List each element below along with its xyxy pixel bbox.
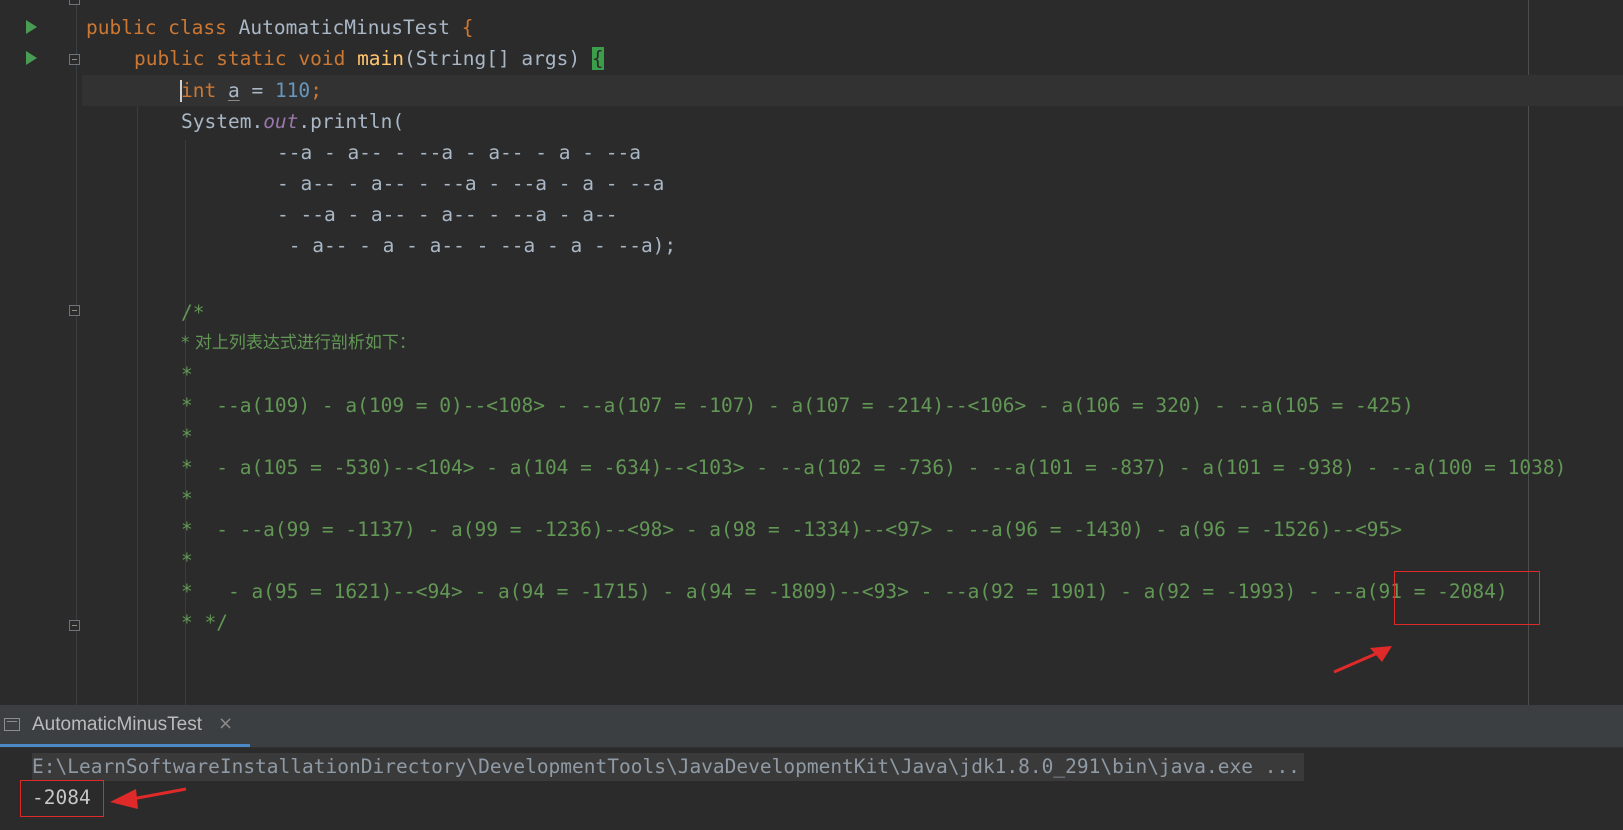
keyword: public class [86,16,239,39]
console-command-line[interactable]: E:\LearnSoftwareInstallationDirectory\De… [32,753,1304,781]
fold-icon[interactable] [69,305,80,316]
code-line-int-decl[interactable]: int a = 110; [181,75,322,106]
tab-run-config[interactable]: AutomaticMinusTest × [0,705,250,747]
class-ref: System. [181,110,264,133]
keyword: public static void [134,47,358,70]
code-line-class-decl[interactable]: public class AutomaticMinusTest { [86,12,473,43]
text-caret [180,80,182,102]
brace: { [449,16,474,39]
gutter-separator [76,0,77,705]
code-line-expr-1[interactable]: --a - a-- - --a - a-- - a - --a [277,137,641,168]
number-literal: 110 [274,79,311,102]
class-name: AutomaticMinusTest [238,16,450,39]
code-line-println[interactable]: System.out.println( [181,106,404,137]
keyword: int [181,79,228,102]
tool-window-header: AutomaticMinusTest × [0,705,1623,748]
comment-line[interactable]: * [181,483,193,514]
comment-line[interactable]: * - --a(99 = -1137) - a(99 = -1236)--<98… [181,514,1402,545]
code-line-expr-2[interactable]: - a-- - a-- - --a - --a - a - --a [277,168,664,199]
comment-line[interactable]: * 对上列表达式进行剖析如下： [181,328,416,359]
arrow-annotation-icon [110,787,187,809]
params: (String[] args) [404,47,592,70]
comment-line[interactable]: * [181,421,193,452]
variable: a [227,79,240,102]
comment-line[interactable]: * [181,359,193,390]
fold-icon[interactable] [69,54,80,65]
console-icon [4,718,20,731]
method-call: .println( [298,110,405,133]
code-line-expr-3[interactable]: - --a - a-- - a-- - --a - a-- [277,199,617,230]
code-line-expr-4[interactable]: - a-- - a - a-- - --a - a - --a); [277,230,676,261]
semicolon: ; [310,79,322,102]
operator: = [239,79,275,102]
close-icon[interactable]: × [218,713,233,734]
static-field: out [263,110,299,133]
method-name: main [357,47,405,70]
tab-label: AutomaticMinusTest [32,714,203,735]
comment-line[interactable]: * - a(105 = -530)--<104> - a(104 = -634)… [181,452,1566,483]
run-main-icon[interactable] [26,51,37,65]
comment-close[interactable]: * */ [181,607,228,638]
annotation-box [1394,571,1540,625]
arrow-annotation-icon [1333,646,1392,674]
run-tool-window[interactable]: AutomaticMinusTest × E:\LearnSoftwareIns… [0,705,1623,830]
editor-gutter [0,0,78,705]
fold-icon[interactable] [69,0,80,5]
annotation-box [20,780,104,817]
comment-open[interactable]: /* [181,297,204,328]
run-class-icon[interactable] [26,20,37,34]
indent-guide [137,90,138,705]
comment-line[interactable]: * - a(95 = 1621)--<94> - a(94 = -1715) -… [181,576,1508,607]
fold-icon[interactable] [69,620,80,631]
matched-brace: { [591,47,604,70]
comment-line[interactable]: * --a(109) - a(109 = 0)--<108> - --a(107… [181,390,1414,421]
code-line-main-decl[interactable]: public static void main(String[] args) { [134,43,604,74]
code-editor[interactable]: public class AutomaticMinusTest { public… [0,0,1623,705]
comment-line[interactable]: * [181,545,193,576]
